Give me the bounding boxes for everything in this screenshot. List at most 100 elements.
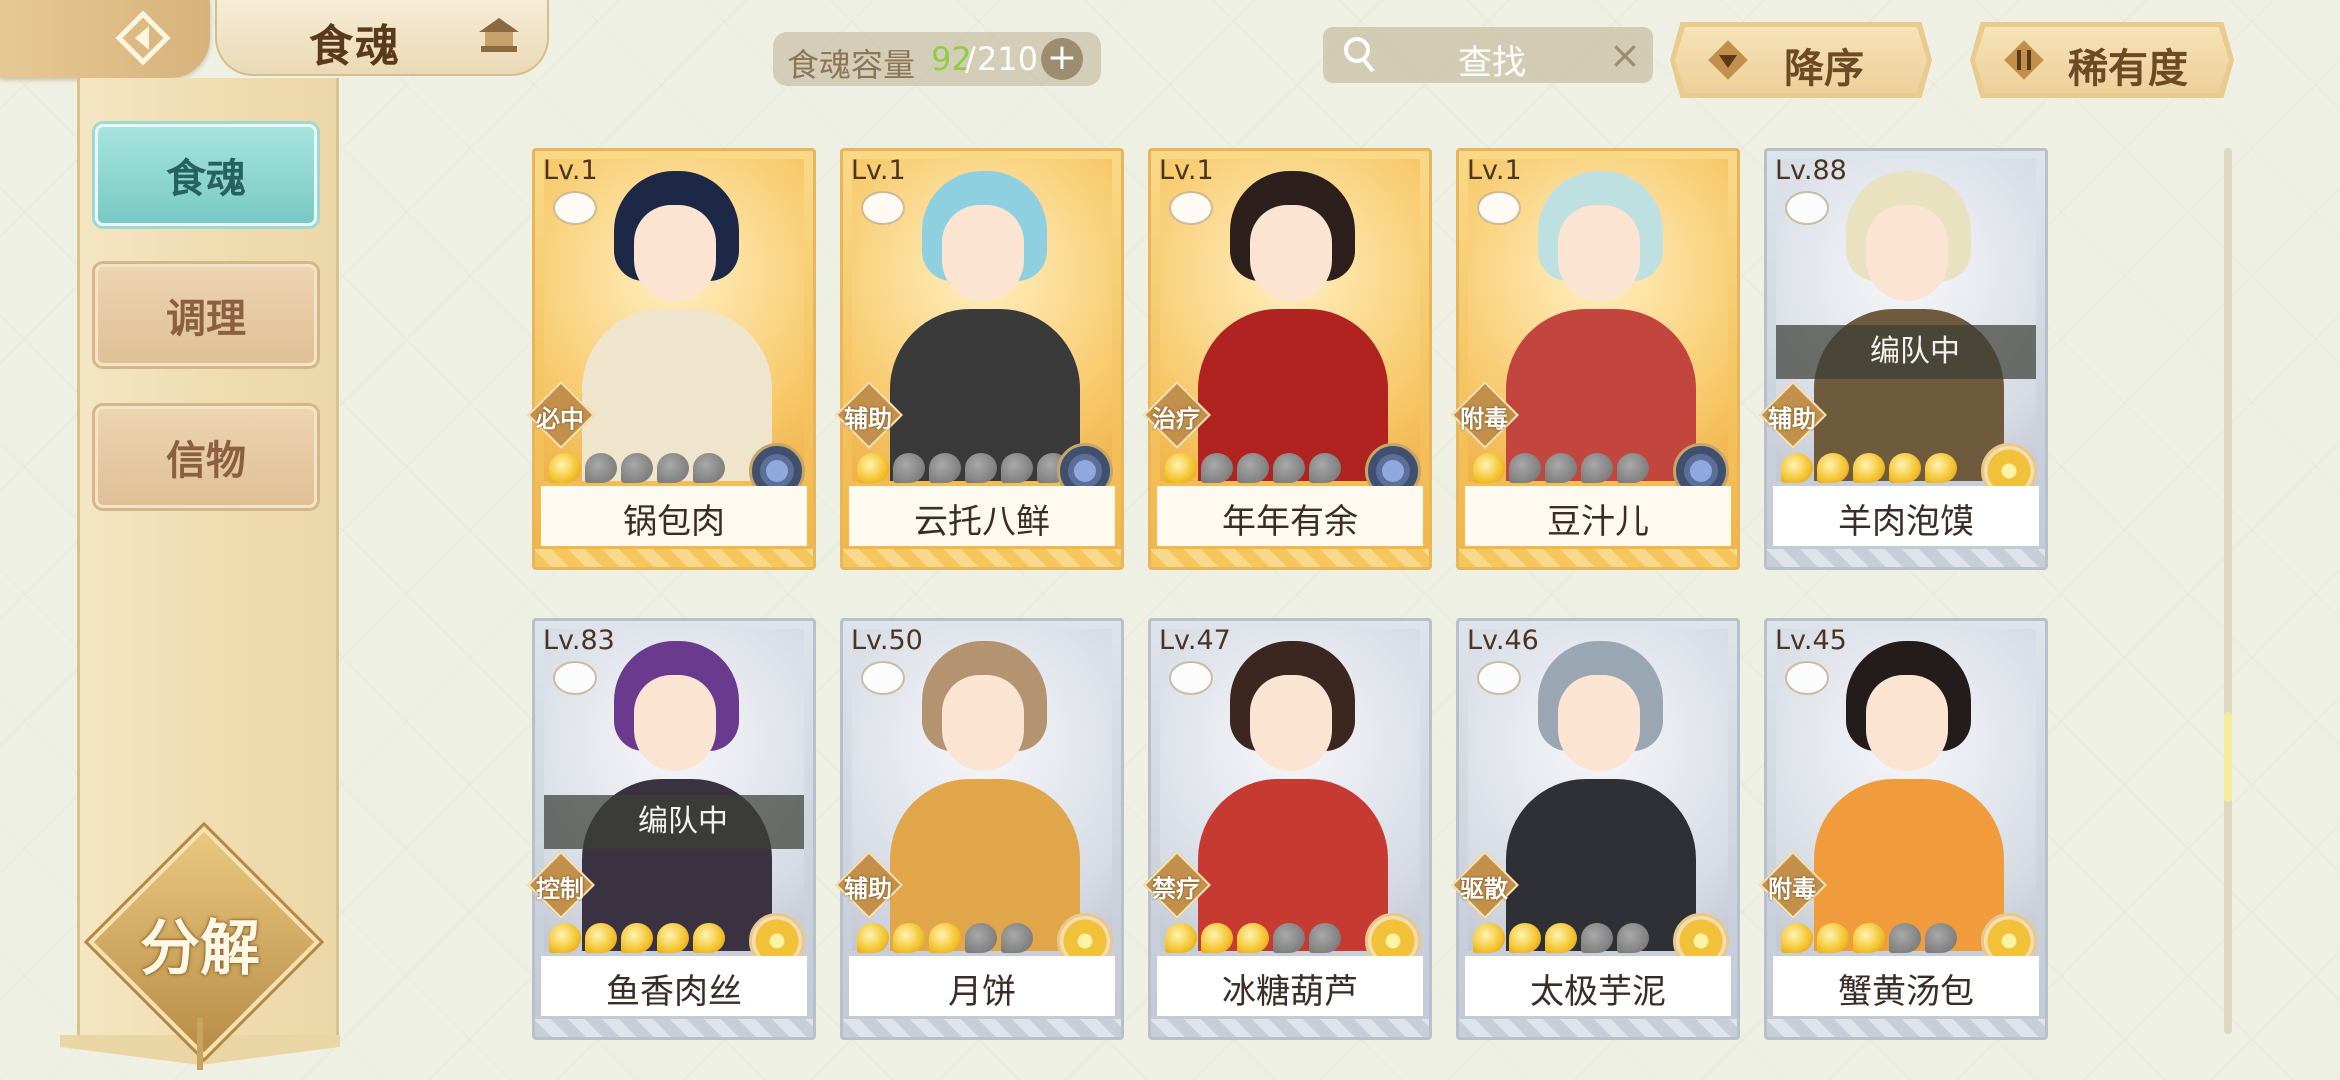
role-badge: 驱散: [1451, 851, 1519, 919]
card-level: Lv.88: [1775, 155, 1847, 186]
card-nameplate: 冰糖葫芦: [1157, 956, 1423, 1016]
sort-rarity-button[interactable]: 稀有度: [1970, 22, 2234, 98]
food-soul-card[interactable]: Lv.1 治疗 年年有余: [1143, 148, 1432, 570]
star-rating: [1781, 923, 1957, 955]
food-soul-card[interactable]: Lv.45 附毒 蟹黄汤包: [1759, 618, 2048, 1040]
star-icon: [1001, 453, 1033, 483]
card-bottom-strip: [535, 1019, 813, 1037]
star-icon: [1925, 453, 1957, 483]
star-icon: [1817, 923, 1849, 953]
card-bottom-strip: [1151, 549, 1429, 567]
food-soul-card[interactable]: Lv.47 禁疗 冰糖葫芦: [1143, 618, 1432, 1040]
sort-arrows-icon: [2004, 40, 2044, 80]
lock-icon[interactable]: [1785, 661, 1829, 695]
star-icon: [1473, 923, 1505, 953]
back-button[interactable]: [0, 0, 210, 78]
food-soul-card[interactable]: 编队中 Lv.88 辅助 羊肉泡馍: [1759, 148, 2048, 570]
star-icon: [1617, 923, 1649, 953]
capacity-expand-button[interactable]: +: [1041, 38, 1083, 80]
star-icon: [929, 453, 961, 483]
lock-icon[interactable]: [861, 191, 905, 225]
card-nameplate: 羊肉泡馍: [1773, 486, 2039, 546]
card-bottom-strip: [535, 549, 813, 567]
star-icon: [1617, 453, 1649, 483]
card-bottom-strip: [1459, 549, 1737, 567]
tab-tokens[interactable]: 信物: [95, 406, 317, 508]
tab-food-souls[interactable]: 食魂: [95, 124, 317, 226]
portrait-face: [1250, 675, 1332, 771]
card-name: 蟹黄汤包: [1838, 972, 1974, 1012]
scrollbar-thumb[interactable]: [2224, 712, 2232, 802]
food-soul-card[interactable]: Lv.50 辅助 月饼: [835, 618, 1124, 1040]
star-icon: [1201, 923, 1233, 953]
star-icon: [657, 923, 689, 953]
star-rating: [1165, 453, 1341, 485]
portrait-face: [942, 675, 1024, 771]
card-bottom-strip: [1767, 1019, 2045, 1037]
role-badge: 治疗: [1143, 381, 1211, 449]
star-icon: [1545, 923, 1577, 953]
search-box[interactable]: 查找 ×: [1323, 27, 1653, 83]
sort-order-button[interactable]: 降序: [1670, 22, 1932, 98]
lock-icon[interactable]: [553, 191, 597, 225]
lock-icon[interactable]: [1477, 661, 1521, 695]
star-icon: [693, 923, 725, 953]
card-name: 冰糖葫芦: [1222, 972, 1358, 1012]
card-level: Lv.50: [851, 625, 923, 656]
star-icon: [657, 453, 689, 483]
scrollbar-track[interactable]: [2224, 148, 2232, 1034]
role-badge: 禁疗: [1143, 851, 1211, 919]
lock-icon[interactable]: [1169, 191, 1213, 225]
lock-icon[interactable]: [553, 661, 597, 695]
food-soul-card[interactable]: Lv.1 必中 锅包肉: [527, 148, 816, 570]
card-level: Lv.1: [1467, 155, 1522, 186]
capacity-display: 食魂容量 92 / 210 +: [773, 32, 1101, 86]
role-label: 控制: [536, 875, 584, 903]
star-icon: [1165, 923, 1197, 953]
role-label: 驱散: [1460, 875, 1508, 903]
food-soul-card[interactable]: 编队中 Lv.83 控制 鱼香肉丝: [527, 618, 816, 1040]
tab-conditioning[interactable]: 调理: [95, 264, 317, 366]
search-icon: [1344, 37, 1375, 73]
search-clear-button[interactable]: ×: [1609, 33, 1641, 77]
lock-icon[interactable]: [1785, 191, 1829, 225]
card-level: Lv.1: [1159, 155, 1214, 186]
card-name: 太极芋泥: [1530, 972, 1666, 1012]
star-rating: [549, 923, 725, 955]
card-nameplate: 鱼香肉丝: [541, 956, 807, 1016]
role-badge: 辅助: [835, 851, 903, 919]
star-icon: [621, 453, 653, 483]
role-badge: 辅助: [1759, 381, 1827, 449]
food-soul-card[interactable]: Lv.1 辅助 云托八鲜: [835, 148, 1124, 570]
portrait-face: [942, 205, 1024, 301]
search-input[interactable]: 查找: [1458, 35, 1526, 84]
portrait-face: [1558, 675, 1640, 771]
sort-rarity-label: 稀有度: [2068, 46, 2188, 92]
star-rating: [1473, 923, 1649, 955]
card-name: 云托八鲜: [914, 502, 1050, 542]
title-plate: 食魂: [215, 0, 549, 76]
card-nameplate: 太极芋泥: [1465, 956, 1731, 1016]
lock-icon[interactable]: [1169, 661, 1213, 695]
portrait-face: [1558, 205, 1640, 301]
star-icon: [693, 453, 725, 483]
star-rating: [1473, 453, 1649, 485]
star-icon: [549, 923, 581, 953]
star-icon: [1273, 923, 1305, 953]
card-bottom-strip: [843, 1019, 1121, 1037]
food-soul-card[interactable]: Lv.1 附毒 豆汁儿: [1451, 148, 1740, 570]
star-icon: [893, 923, 925, 953]
food-soul-card[interactable]: Lv.46 驱散 太极芋泥: [1451, 618, 1740, 1040]
lock-icon[interactable]: [861, 661, 905, 695]
pavilion-icon[interactable]: [475, 14, 523, 56]
star-icon: [585, 453, 617, 483]
lock-icon[interactable]: [1477, 191, 1521, 225]
card-name: 锅包肉: [623, 502, 725, 542]
card-name: 羊肉泡馍: [1838, 502, 1974, 542]
card-name: 年年有余: [1222, 502, 1358, 542]
star-icon: [1781, 453, 1813, 483]
star-rating: [1165, 923, 1341, 955]
card-nameplate: 月饼: [849, 956, 1115, 1016]
star-icon: [549, 453, 581, 483]
star-icon: [857, 923, 889, 953]
